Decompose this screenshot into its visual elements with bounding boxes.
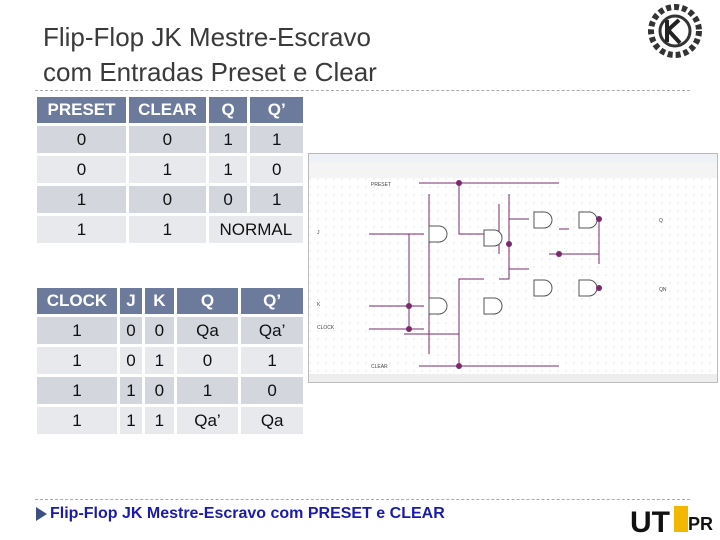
clock-label: CLOCK <box>317 325 335 331</box>
cell: 1 <box>250 126 303 153</box>
cell: 1 <box>176 377 239 404</box>
cell: 1 <box>37 186 127 213</box>
header-cell: Q <box>176 288 239 314</box>
cell: 1 <box>37 347 117 374</box>
cell: 1 <box>129 156 206 183</box>
cell: 1 <box>250 186 303 213</box>
cell: 0 <box>120 317 143 344</box>
qn-label: QN <box>659 287 667 293</box>
cell: 0 <box>176 347 239 374</box>
svg-text:PR: PR <box>688 514 713 534</box>
table-row: 1 0 0 Qa Qa’ <box>37 317 303 344</box>
table-row: 11010 <box>37 377 303 404</box>
svg-text:UT: UT <box>630 506 670 539</box>
cell: 1 <box>120 377 143 404</box>
title-line-2: com Entradas Preset e Clear <box>43 57 377 87</box>
cell: Qa <box>241 407 303 434</box>
cell: 0 <box>37 126 127 153</box>
cell: 1 <box>120 407 143 434</box>
divider <box>35 90 690 91</box>
schematic-diagram: PRESET J K CLOCK CLEAR Q QN <box>309 154 717 382</box>
header-cell: Q’ <box>241 288 303 314</box>
cell: 0 <box>129 186 206 213</box>
cell: 0 <box>37 156 127 183</box>
header-cell: PRESET <box>37 97 127 123</box>
cell: 0 <box>208 186 248 213</box>
university-gear-logo <box>648 4 702 58</box>
footer-divider <box>35 499 690 500</box>
cell: 0 <box>145 317 174 344</box>
cell: Qa <box>176 317 239 344</box>
cell: NORMAL <box>208 216 303 243</box>
bullet-arrow-icon <box>36 507 47 521</box>
slide-title: Flip-Flop JK Mestre-Escravo com Entradas… <box>43 20 377 90</box>
header-cell: K <box>145 288 174 314</box>
preset-clear-truth-table: PRESET CLEAR Q Q’ 0011 0110 1001 1 1 NORMAL <box>34 94 306 246</box>
clear-label: CLEAR <box>371 364 388 370</box>
cell: 0 <box>129 126 206 153</box>
cell: Qa’ <box>176 407 239 434</box>
schematic-screenshot: PRESET J K CLOCK CLEAR Q QN <box>308 153 718 383</box>
header-cell: CLOCK <box>37 288 117 314</box>
table-row: 1 1 1 Qa’ Qa <box>37 407 303 434</box>
title-line-1: Flip-Flop JK Mestre-Escravo <box>43 22 371 52</box>
table-row: 0011 <box>37 126 303 153</box>
cell: 0 <box>145 377 174 404</box>
caption: Flip-Flop JK Mestre-Escravo com PRESET e… <box>50 505 445 522</box>
cell: 1 <box>129 216 206 243</box>
cell: 0 <box>120 347 143 374</box>
jk-truth-table: CLOCK J K Q Q’ 1 0 0 Qa Qa’ 10101 11010 1 1 1 Qa’ Qa <box>34 285 306 437</box>
cell: 1 <box>37 377 117 404</box>
q-label: Q <box>659 218 663 224</box>
cell: 1 <box>208 126 248 153</box>
cell: 1 <box>145 347 174 374</box>
table-row: 1 1 NORMAL <box>37 216 303 243</box>
cell: 1 <box>145 407 174 434</box>
cell: Qa’ <box>241 317 303 344</box>
cell: 1 <box>37 317 117 344</box>
table-row: 1001 <box>37 186 303 213</box>
header-cell: J <box>120 288 143 314</box>
cell: 1 <box>37 407 117 434</box>
utfpr-logo: UT PR <box>630 506 713 539</box>
table-row: 10101 <box>37 347 303 374</box>
header-cell: Q’ <box>250 97 303 123</box>
header-cell: CLEAR <box>129 97 206 123</box>
cell: 1 <box>241 347 303 374</box>
cell: 0 <box>241 377 303 404</box>
cell: 0 <box>250 156 303 183</box>
header-cell: Q <box>208 97 248 123</box>
cell: 1 <box>37 216 127 243</box>
preset-label: PRESET <box>371 182 391 188</box>
table-row: 0110 <box>37 156 303 183</box>
cell: 1 <box>208 156 248 183</box>
